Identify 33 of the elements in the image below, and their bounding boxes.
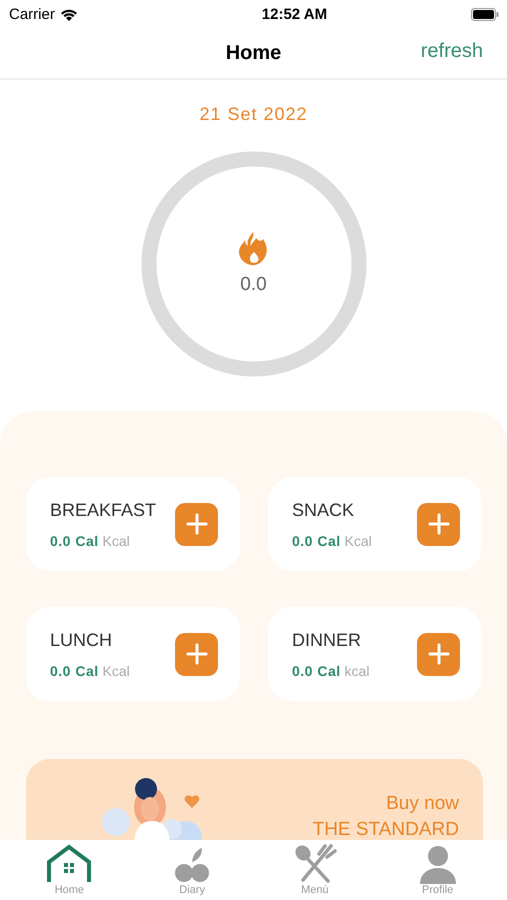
add-button[interactable]: [175, 502, 218, 546]
screen-title: Home: [226, 42, 282, 64]
meal-name: DINNER: [292, 630, 362, 650]
refresh-button[interactable]: refresh: [420, 40, 483, 63]
date-label: 21 Set 2022: [198, 104, 309, 125]
tab-item[interactable]: Menù: [264, 840, 365, 900]
tab-item[interactable]: Profile: [388, 840, 488, 900]
meal-name: BREAKFAST: [50, 500, 156, 520]
banner-headline: Buy now: [386, 793, 459, 815]
meal-name: LUNCH: [50, 630, 114, 650]
promo-banner[interactable]: Buy now THE STANDARD: [26, 759, 483, 840]
tab-item[interactable]: Diary: [142, 840, 242, 900]
meal-calories: 0.0 Cal Kcal: [50, 532, 131, 548]
battery-icon: [471, 8, 499, 20]
meal-calories: 0.0 Cal kcal: [292, 662, 370, 678]
add-button[interactable]: [175, 632, 218, 676]
tab-item[interactable]: Home: [19, 840, 120, 900]
clock: 12:52 AM: [262, 6, 328, 22]
plus-icon: [186, 513, 208, 535]
house-icon: [45, 844, 94, 884]
flame-icon: [238, 232, 268, 266]
plus-icon: [186, 643, 208, 665]
add-button[interactable]: [417, 502, 460, 546]
meal-calories: 0.0 Cal Kcal: [292, 532, 372, 548]
wifi-icon: [60, 8, 78, 20]
meal-calories: 0.0 Cal Kcal: [50, 662, 130, 678]
calorie-value: 0.0: [240, 274, 267, 296]
plus-icon: [428, 513, 450, 535]
meal-name: SNACK: [292, 500, 356, 520]
add-button[interactable]: [417, 632, 460, 676]
carrier-label: Carrier: [9, 6, 55, 22]
plus-icon: [428, 643, 450, 665]
banner-subtitle: THE STANDARD: [312, 819, 459, 840]
